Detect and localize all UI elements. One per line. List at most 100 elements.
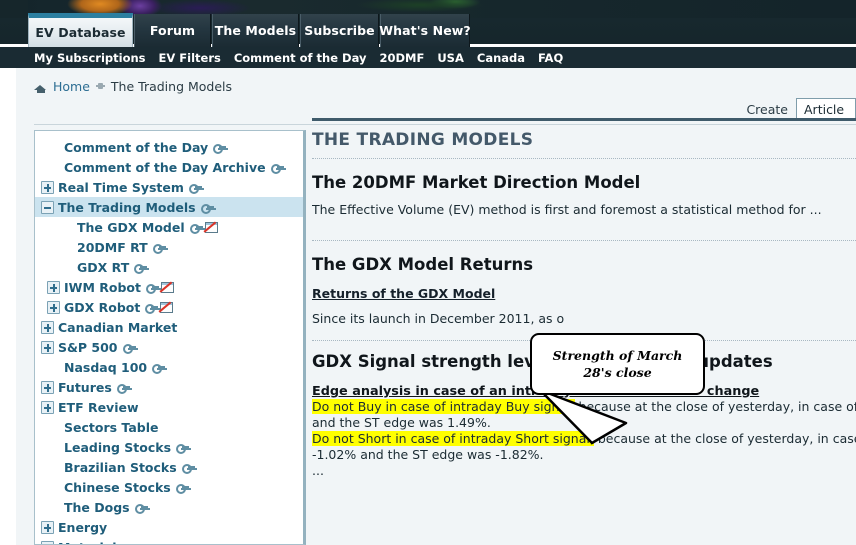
tree-spacer-icon [47,141,60,154]
sidebar-item-the-dogs[interactable]: The Dogs [35,497,303,517]
key-icon [175,483,189,494]
sidebar-item-label: The Dogs [64,499,130,515]
sidebar-item-label: Leading Stocks [64,439,172,455]
section-heading-20dmf: The 20DMF Market Direction Model [312,173,641,192]
sidebar-item-real-time-system[interactable]: Real Time System [35,177,303,197]
chart-restricted-icon [159,301,174,313]
subnav-item-usa[interactable]: USA [437,51,464,65]
expand-icon[interactable] [47,300,60,314]
content-divider [312,158,856,159]
page-title: THE TRADING MODELS [312,130,534,150]
subnav-item-comment-of-the-day[interactable]: Comment of the Day [234,51,367,65]
key-icon [134,503,148,514]
sidebar-item-label: Materials [58,540,124,545]
expand-icon[interactable] [47,280,60,294]
content-top-rule [312,118,856,121]
breadcrumb-separator-icon [95,82,105,91]
breadcrumb: Home The Trading Models [34,79,232,94]
tab-label: The Models [214,23,297,38]
tab-subscribe[interactable]: Subscribe [300,14,379,47]
sidebar-item-canadian-market[interactable]: Canadian Market [35,317,303,337]
sidebar-item-materials[interactable]: Materials [35,537,303,545]
tree-spacer-icon [47,421,60,434]
expand-icon[interactable] [41,540,54,544]
key-icon [116,383,130,394]
sidebar-item-gdx-robot[interactable]: GDX Robot [35,297,303,317]
sidebar-tree[interactable]: Comment of the Day Comment of the Day Arc… [34,130,306,545]
tree-spacer-icon [47,501,60,514]
expand-icon[interactable] [41,320,54,334]
truncation-ellipsis: ... [312,463,324,478]
sidebar-item-label: Sectors Table [64,419,159,435]
subnav-item-20dmf[interactable]: 20DMF [379,51,424,65]
sidebar-item-etf-review[interactable]: ETF Review [35,397,303,417]
expand-icon[interactable] [41,400,54,414]
sidebar-item-comment-of-the-day[interactable]: Comment of the Day [35,137,303,157]
create-type-select[interactable]: Article [796,98,856,120]
sidebar-item-label: The GDX Model [77,219,185,235]
sidebar-item-leading-stocks[interactable]: Leading Stocks [35,437,303,457]
sidebar-item-gdx-rt[interactable]: GDX RT [35,257,303,277]
subnav-item-ev-filters[interactable]: EV Filters [159,51,221,65]
sidebar-item-futures[interactable]: Futures [35,377,303,397]
link-returns-of-gdx-model[interactable]: Returns of the GDX Model [312,286,495,301]
short-signal-line2: -1.02% and the ST edge was -1.82%. [312,447,544,462]
key-icon [145,283,159,294]
callout-text: Strength of March 28's close [552,348,683,380]
tab-the-models[interactable]: The Models [212,14,299,47]
expand-icon[interactable] [41,340,54,354]
sidebar-item-label: Futures [58,379,112,395]
buy-signal-line2: and the ST edge was 1.49%. [312,415,491,430]
key-icon [122,343,136,354]
tree-spacer-icon [47,161,60,174]
create-label: Create [746,101,788,117]
expand-icon[interactable] [41,380,54,394]
sidebar-item-comment-of-the-day-archive[interactable]: Comment of the Day Archive [35,157,303,177]
sidebar-item-s-p-500[interactable]: S&P 500 [35,337,303,357]
expand-icon[interactable] [41,180,54,194]
sidebar-item-label: GDX RT [77,259,130,275]
expand-icon[interactable] [41,520,54,534]
tab-whats-new[interactable]: What's New? [379,14,471,47]
subnav-item-faq[interactable]: FAQ [538,51,563,65]
subnav-item-my-subscriptions[interactable]: My Subscriptions [34,51,146,65]
sidebar-item-label: The Trading Models [58,199,196,215]
tab-label: EV Database [35,25,126,40]
sidebar-item-chinese-stocks[interactable]: Chinese Stocks [35,477,303,497]
sidebar-item-label: Energy [58,519,108,535]
tree-spacer-icon [60,221,73,234]
tab-forum[interactable]: Forum [134,14,211,47]
sidebar-item-20dmf-rt[interactable]: 20DMF RT [35,237,303,257]
sidebar-item-iwm-robot[interactable]: IWM Robot [35,277,303,297]
sidebar-item-label: Canadian Market [58,319,178,335]
create-row: Create Article [746,98,856,120]
sidebar-item-label: ETF Review [58,399,139,415]
subnav-item-canada[interactable]: Canada [477,51,525,65]
chart-restricted-icon [160,281,174,293]
key-icon [145,303,159,314]
tree-spacer-icon [47,481,60,494]
sidebar-item-label: Brazilian Stocks [64,459,177,475]
app-window: EV Database Forum The Models Subscribe W… [0,0,856,545]
breadcrumb-home-link[interactable]: Home [53,79,90,94]
home-icon [34,81,47,93]
sidebar-item-label: GDX Robot [64,299,141,315]
sidebar-item-label: Real Time System [58,179,184,195]
key-icon [176,443,190,454]
sidebar-item-energy[interactable]: Energy [35,517,303,537]
sidebar-item-brazilian-stocks[interactable]: Brazilian Stocks [35,457,303,477]
key-icon [188,183,202,194]
section-heading-gdx-returns: The GDX Model Returns [312,255,534,274]
sidebar-item-nasdaq-100[interactable]: Nasdaq 100 [35,357,303,377]
sidebar-item-the-trading-models[interactable]: The Trading Models [35,197,303,217]
primary-tabbar: EV Database Forum The Models Subscribe W… [0,14,856,47]
sidebar-item-the-gdx-model[interactable]: The GDX Model [35,217,303,237]
sidebar-item-sectors-table[interactable]: Sectors Table [35,417,303,437]
chart-restricted-icon [204,221,218,233]
callout-bubble: Strength of March 28's close [530,333,705,395]
tab-ev-database[interactable]: EV Database [28,14,133,47]
tree-spacer-icon [60,241,73,254]
key-icon [189,223,203,234]
key-icon [134,263,148,274]
collapse-icon[interactable] [41,200,54,214]
